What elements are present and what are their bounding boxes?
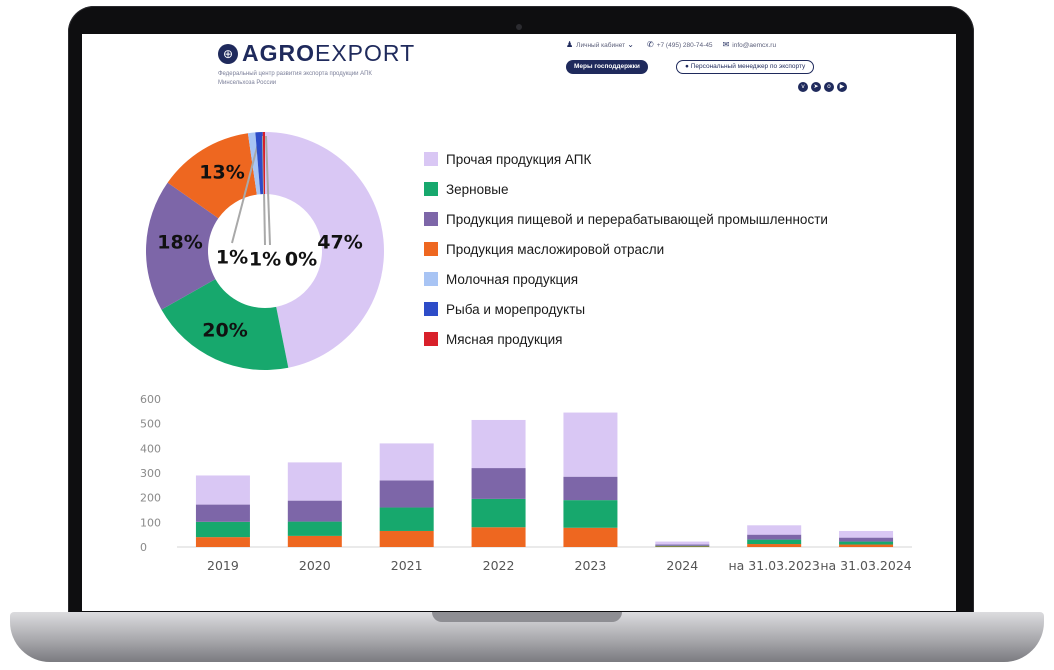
bar-segment bbox=[563, 527, 618, 547]
slice-label: 13% bbox=[199, 162, 244, 184]
legend-label: Продукция масложировой отрасли bbox=[446, 241, 665, 257]
legend-label: Рыба и морепродукты bbox=[446, 301, 586, 317]
bar-segment bbox=[747, 534, 802, 540]
legend-item: Продукция пищевой и перерабатывающей про… bbox=[424, 209, 828, 229]
x-tick-label: 2021 bbox=[391, 558, 423, 573]
y-tick-label: 100 bbox=[140, 516, 161, 529]
bar-segment bbox=[287, 462, 342, 501]
bar-segment bbox=[839, 544, 894, 547]
legend-label: Продукция пищевой и перерабатывающей про… bbox=[446, 211, 828, 227]
slice-label: 18% bbox=[157, 232, 202, 254]
bar-segment bbox=[287, 521, 342, 536]
y-tick-label: 0 bbox=[140, 541, 147, 554]
legend-item: Рыба и морепродукты bbox=[424, 299, 585, 319]
x-tick-label: 2023 bbox=[575, 558, 607, 573]
bar-segment bbox=[471, 419, 526, 469]
legend-label: Прочая продукция АПК bbox=[446, 151, 592, 167]
bar-segment bbox=[195, 475, 250, 505]
legend-label: Молочная продукция bbox=[446, 271, 579, 287]
bar-segment bbox=[563, 412, 618, 477]
bar-segment bbox=[839, 537, 894, 542]
slice-label: 1% bbox=[249, 249, 281, 271]
slice-label: 20% bbox=[202, 320, 247, 342]
x-tick-label: 2024 bbox=[666, 558, 698, 573]
slice-label: 0% bbox=[285, 249, 317, 271]
bar-segment bbox=[655, 544, 710, 546]
legend-label: Мясная продукция bbox=[446, 331, 563, 347]
bar-segment bbox=[379, 507, 434, 531]
legend-item: Мясная продукция bbox=[424, 329, 562, 349]
legend-label: Зерновые bbox=[446, 181, 509, 197]
bar-segment bbox=[195, 537, 250, 547]
bar-segment bbox=[287, 535, 342, 547]
legend-swatch bbox=[424, 272, 438, 286]
y-tick-label: 200 bbox=[140, 492, 161, 505]
bar-segment bbox=[563, 476, 618, 501]
x-tick-label: 2019 bbox=[207, 558, 239, 573]
legend-swatch bbox=[424, 242, 438, 256]
y-tick-label: 500 bbox=[140, 418, 161, 431]
bar-segment bbox=[471, 527, 526, 547]
y-tick-label: 600 bbox=[140, 393, 161, 406]
slice-label: 1% bbox=[216, 247, 248, 269]
screen: ⊕ AGROEXPORT Федеральный центр развития … bbox=[82, 34, 956, 611]
legend-swatch bbox=[424, 152, 438, 166]
bar-segment bbox=[379, 480, 434, 508]
legend-swatch bbox=[424, 332, 438, 346]
legend-item: Прочая продукция АПК bbox=[424, 149, 591, 169]
legend-swatch bbox=[424, 182, 438, 196]
bar-segment bbox=[655, 545, 710, 547]
bar-chart: 600 500 400 300 200 100 0 2019 2020 2021 2022 2023 2… bbox=[140, 393, 912, 573]
bar-segment bbox=[379, 530, 434, 547]
y-tick-label: 300 bbox=[140, 467, 161, 480]
x-tick-label: 2020 bbox=[299, 558, 331, 573]
bar-segment bbox=[471, 498, 526, 528]
donut-chart: 47%20%18%13%1% 1% 0% bbox=[146, 132, 385, 371]
bar-segment bbox=[747, 539, 802, 545]
bar-segment bbox=[839, 541, 894, 545]
legend-swatch bbox=[424, 302, 438, 316]
slice-label: 47% bbox=[317, 232, 362, 254]
bar-segment bbox=[747, 544, 802, 547]
camera-icon bbox=[516, 24, 522, 30]
bar-segment bbox=[747, 525, 802, 535]
legend-item: Продукция масложировой отрасли bbox=[424, 239, 664, 259]
bar-segment bbox=[655, 541, 710, 545]
legend-swatch bbox=[424, 212, 438, 226]
x-tick-label: на 31.03.2023 bbox=[728, 558, 819, 573]
bar-segment bbox=[195, 504, 250, 522]
bar-segment bbox=[379, 443, 434, 481]
y-tick-label: 400 bbox=[140, 442, 161, 455]
bar-segment bbox=[839, 530, 894, 538]
laptop-notch bbox=[432, 612, 622, 622]
bar-segment bbox=[471, 468, 526, 499]
legend-item: Молочная продукция bbox=[424, 269, 578, 289]
legend-item: Зерновые bbox=[424, 179, 509, 199]
bar-segment bbox=[287, 500, 342, 522]
bar-segment bbox=[195, 521, 250, 538]
x-tick-label: на 31.03.2024 bbox=[820, 558, 911, 573]
bar-segment bbox=[563, 500, 618, 528]
x-tick-label: 2022 bbox=[483, 558, 515, 573]
